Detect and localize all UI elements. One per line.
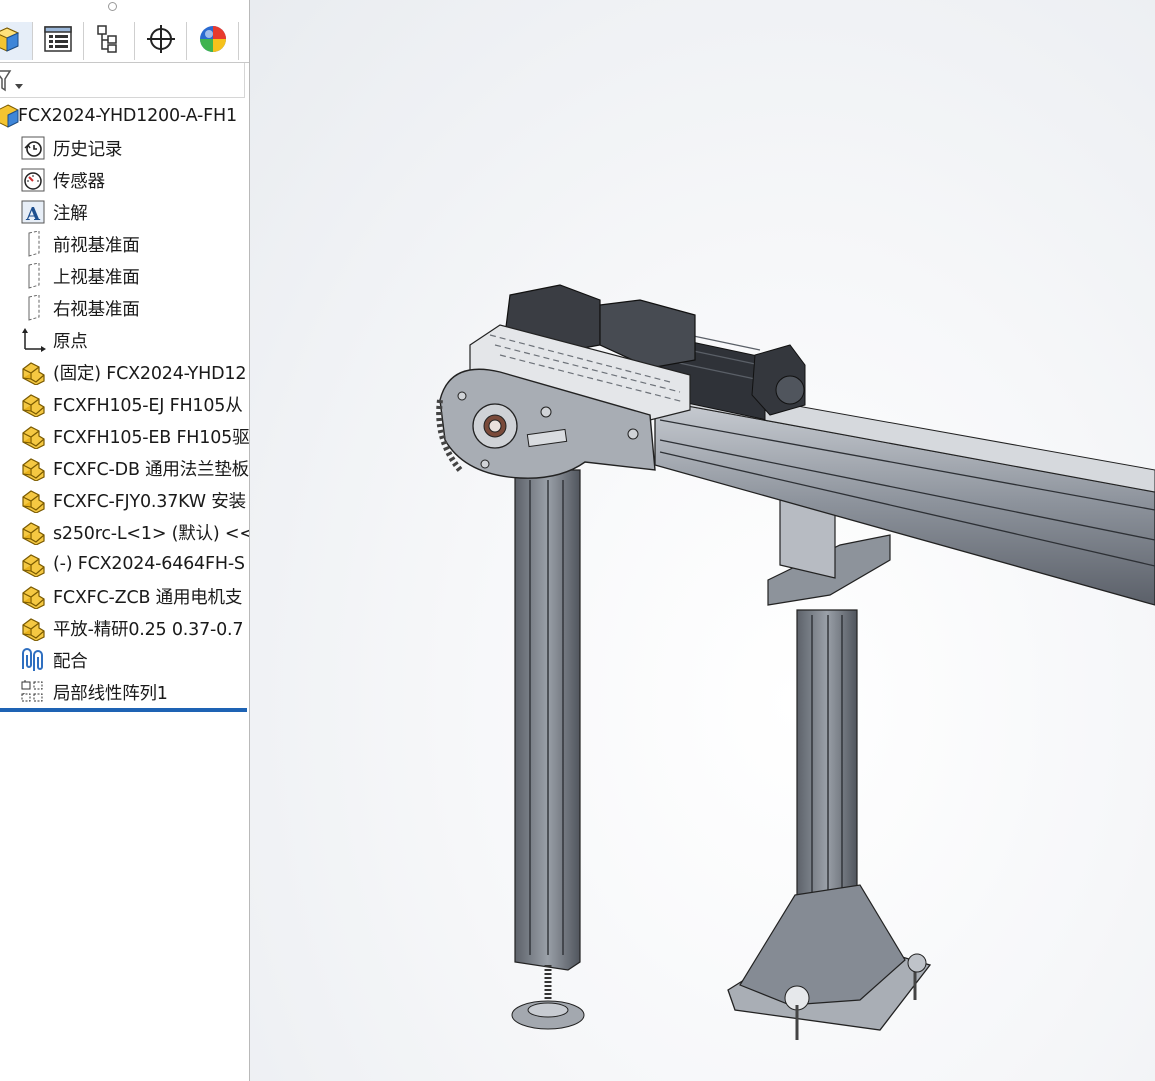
assembly-icon (19, 390, 47, 418)
plane-icon (19, 294, 47, 322)
tree-item[interactable]: FCXFC-FJY0.37KW 安装 (0, 485, 249, 515)
tree-item[interactable]: 历史记录 (0, 133, 249, 163)
tree-item-label: FCXFH105-EJ FH105从 (53, 395, 243, 416)
plane-icon (19, 230, 47, 258)
assembly-icon (19, 454, 47, 482)
tree-item[interactable]: 平放-精研0.25 0.37-0.7 (0, 613, 249, 643)
feature-manager-icon (0, 24, 22, 58)
annotation-icon: A (19, 198, 47, 226)
tree-item[interactable]: FCXFC-DB 通用法兰垫板 (0, 453, 249, 483)
tree-item-label: 传感器 (53, 171, 105, 192)
tree-item[interactable]: 传感器 (0, 165, 249, 195)
assembly-icon (19, 358, 47, 386)
tree-item-label: FCXFC-FJY0.37KW 安装 (53, 491, 246, 512)
tree-item[interactable]: 前视基准面 (0, 229, 249, 259)
panel-splitter-handle[interactable] (108, 2, 117, 11)
history-icon (19, 134, 47, 162)
tree-item[interactable]: s250rc-L<1> (默认) << (0, 517, 249, 547)
tree-item[interactable]: 右视基准面 (0, 293, 249, 323)
tree-rollback-bar[interactable] (0, 708, 247, 712)
tree-item-label: 前视基准面 (53, 235, 140, 256)
linear-pattern-icon (19, 678, 47, 706)
tree-item[interactable]: A 注解 (0, 197, 249, 227)
assembly-icon (19, 486, 47, 514)
tree-item-label: s250rc-L<1> (默认) << (53, 523, 249, 544)
svg-text:A: A (25, 204, 41, 224)
filter-icon[interactable] (0, 68, 30, 98)
manager-tab-bar (0, 20, 249, 63)
sensor-icon (19, 166, 47, 194)
tree-item[interactable]: FCXFH105-EJ FH105从 (0, 389, 249, 419)
mates-icon (19, 646, 47, 674)
tree-item-label: 原点 (53, 331, 88, 352)
tab-display-manager[interactable] (188, 22, 239, 60)
filter-bar (0, 63, 245, 98)
tree-item[interactable]: FCXFH105-EB FH105驱 (0, 421, 249, 451)
feature-manager-panel: FCX2024-YHD1200-A-FH1 历史记录传感器 A 注解前视基准面上视基… (0, 0, 250, 1081)
tree-item-label: 历史记录 (53, 139, 123, 160)
tree-item-label: 平放-精研0.25 0.37-0.7 (53, 619, 244, 640)
tree-item-label: (固定) FCX2024-YHD12 (53, 363, 247, 384)
origin-icon (19, 326, 47, 354)
tree-item-label: 注解 (53, 203, 88, 224)
conveyor-model (436, 284, 1155, 1040)
tree-item[interactable]: (固定) FCX2024-YHD12 (0, 357, 249, 387)
tree-item[interactable]: 上视基准面 (0, 261, 249, 291)
tree-item[interactable]: 配合 (0, 645, 249, 675)
assembly-icon (19, 582, 47, 610)
property-manager-icon (43, 25, 73, 57)
assembly-icon (19, 518, 47, 546)
tree-item-label: 上视基准面 (53, 267, 140, 288)
tab-configuration-manager[interactable] (84, 22, 135, 60)
tree-item[interactable]: (-) FCX2024-6464FH-S (0, 549, 249, 579)
tab-property-manager[interactable] (33, 22, 84, 60)
display-manager-icon (198, 24, 228, 58)
tree-item-label: (-) FCX2024-6464FH-S (53, 554, 245, 574)
assembly-icon (19, 614, 47, 642)
tree-root-assembly[interactable]: FCX2024-YHD1200-A-FH1 (0, 101, 249, 131)
tree-item-label: 右视基准面 (53, 299, 140, 320)
tree-item[interactable]: 原点 (0, 325, 249, 355)
tree-item[interactable]: 局部线性阵列1 (0, 677, 249, 707)
tab-dimxpert-manager[interactable] (136, 22, 187, 60)
tree-item-label: 局部线性阵列1 (53, 683, 168, 704)
tree-item[interactable]: FCXFC-ZCB 通用电机支 (0, 581, 249, 611)
graphics-viewport[interactable] (250, 0, 1155, 1081)
configuration-manager-icon (95, 24, 123, 58)
tree-root-label: FCX2024-YHD1200-A-FH1 (18, 106, 237, 126)
dimxpert-manager-icon (146, 24, 176, 58)
tree-item-label: 配合 (53, 651, 88, 672)
tree-item-label: FCXFC-DB 通用法兰垫板 (53, 459, 249, 480)
assembly-icon (19, 550, 47, 578)
assembly-icon (19, 422, 47, 450)
tree-item-label: FCXFC-ZCB 通用电机支 (53, 587, 243, 608)
tab-feature-manager[interactable] (0, 22, 33, 60)
tree-item-label: FCXFH105-EB FH105驱 (53, 427, 249, 448)
plane-icon (19, 262, 47, 290)
